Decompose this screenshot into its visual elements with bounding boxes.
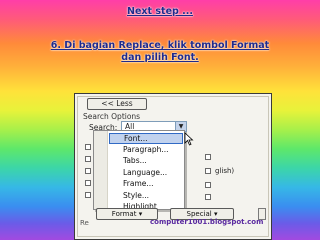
menu-item-frame[interactable]: Frame... <box>109 179 183 190</box>
menu-icon-strip <box>94 131 108 209</box>
blog-watermark: computer1001.blogspot.com <box>150 218 264 226</box>
match-case-checkbox[interactable] <box>85 144 91 150</box>
format-dropdown-menu: Font... Paragraph... Tabs... Language...… <box>93 130 185 211</box>
whitespace-checkbox[interactable] <box>205 194 211 200</box>
search-options-label: Search Options <box>83 112 141 121</box>
punctuation-checkbox[interactable] <box>205 182 211 188</box>
menu-item-tabs[interactable]: Tabs... <box>109 156 183 167</box>
slide-title: Next step ... <box>127 6 193 17</box>
suffix-checkbox[interactable] <box>205 168 211 174</box>
prefix-checkbox[interactable] <box>205 154 211 160</box>
menu-item-style[interactable]: Style... <box>109 191 183 202</box>
slide-instruction: 6. Di bagian Replace, klik tombol Format… <box>50 40 270 63</box>
sounds-like-checkbox[interactable] <box>85 180 91 186</box>
menu-item-paragraph[interactable]: Paragraph... <box>109 145 183 156</box>
format-button[interactable]: Format ▾ <box>96 208 158 220</box>
menu-item-font[interactable]: Font... <box>109 133 183 144</box>
replace-section-label: Re <box>80 219 89 227</box>
option-label-fragment: glish) <box>215 167 235 175</box>
whole-words-checkbox[interactable] <box>85 156 91 162</box>
less-button[interactable]: << Less <box>87 98 147 110</box>
menu-item-language[interactable]: Language... <box>109 168 183 179</box>
word-forms-checkbox[interactable] <box>85 192 91 198</box>
mouse-pointer-icon <box>184 132 194 146</box>
wildcards-checkbox[interactable] <box>85 168 91 174</box>
